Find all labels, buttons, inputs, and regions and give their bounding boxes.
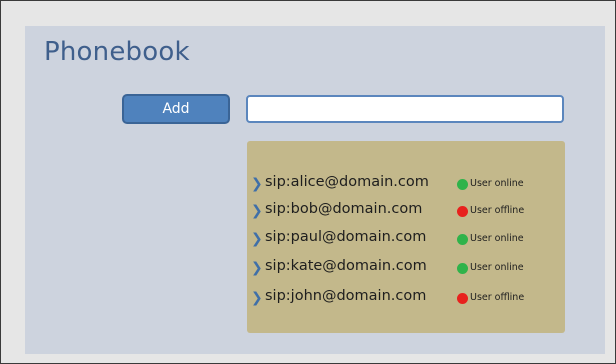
status-text: User offline xyxy=(470,292,525,303)
contact-row[interactable]: ❯ sip:bob@domain.com User offline xyxy=(247,199,565,223)
contact-row[interactable]: ❯ sip:alice@domain.com User online xyxy=(247,172,565,196)
status-text: User offline xyxy=(470,205,525,216)
chevron-right-icon: ❯ xyxy=(251,290,263,306)
contact-address[interactable]: sip:paul@domain.com xyxy=(265,229,426,245)
status-text: User online xyxy=(470,233,524,244)
offline-status-icon xyxy=(457,206,468,217)
window-frame: Phonebook Add ❯ sip:alice@domain.com Use… xyxy=(0,0,616,364)
status-text: User online xyxy=(470,178,524,189)
status-text: User online xyxy=(470,262,524,273)
offline-status-icon xyxy=(457,293,468,304)
contact-list: ❯ sip:alice@domain.com User online ❯ sip… xyxy=(247,141,565,333)
contact-address[interactable]: sip:kate@domain.com xyxy=(265,258,427,274)
online-status-icon xyxy=(457,179,468,190)
chevron-right-icon: ❯ xyxy=(251,260,263,276)
chevron-right-icon: ❯ xyxy=(251,176,263,192)
contact-address[interactable]: sip:bob@domain.com xyxy=(265,201,422,217)
contact-address[interactable]: sip:john@domain.com xyxy=(265,288,426,304)
online-status-icon xyxy=(457,234,468,245)
contact-address[interactable]: sip:alice@domain.com xyxy=(265,174,429,190)
phonebook-panel: Phonebook Add ❯ sip:alice@domain.com Use… xyxy=(25,26,605,354)
chevron-right-icon: ❯ xyxy=(251,231,263,247)
online-status-icon xyxy=(457,263,468,274)
chevron-right-icon: ❯ xyxy=(251,203,263,219)
contact-row[interactable]: ❯ sip:paul@domain.com User online xyxy=(247,227,565,251)
sip-address-input[interactable] xyxy=(246,95,564,123)
contact-row[interactable]: ❯ sip:john@domain.com User offline xyxy=(247,286,565,310)
contact-row[interactable]: ❯ sip:kate@domain.com User online xyxy=(247,256,565,280)
page-title: Phonebook xyxy=(44,37,190,67)
add-button[interactable]: Add xyxy=(122,94,230,124)
